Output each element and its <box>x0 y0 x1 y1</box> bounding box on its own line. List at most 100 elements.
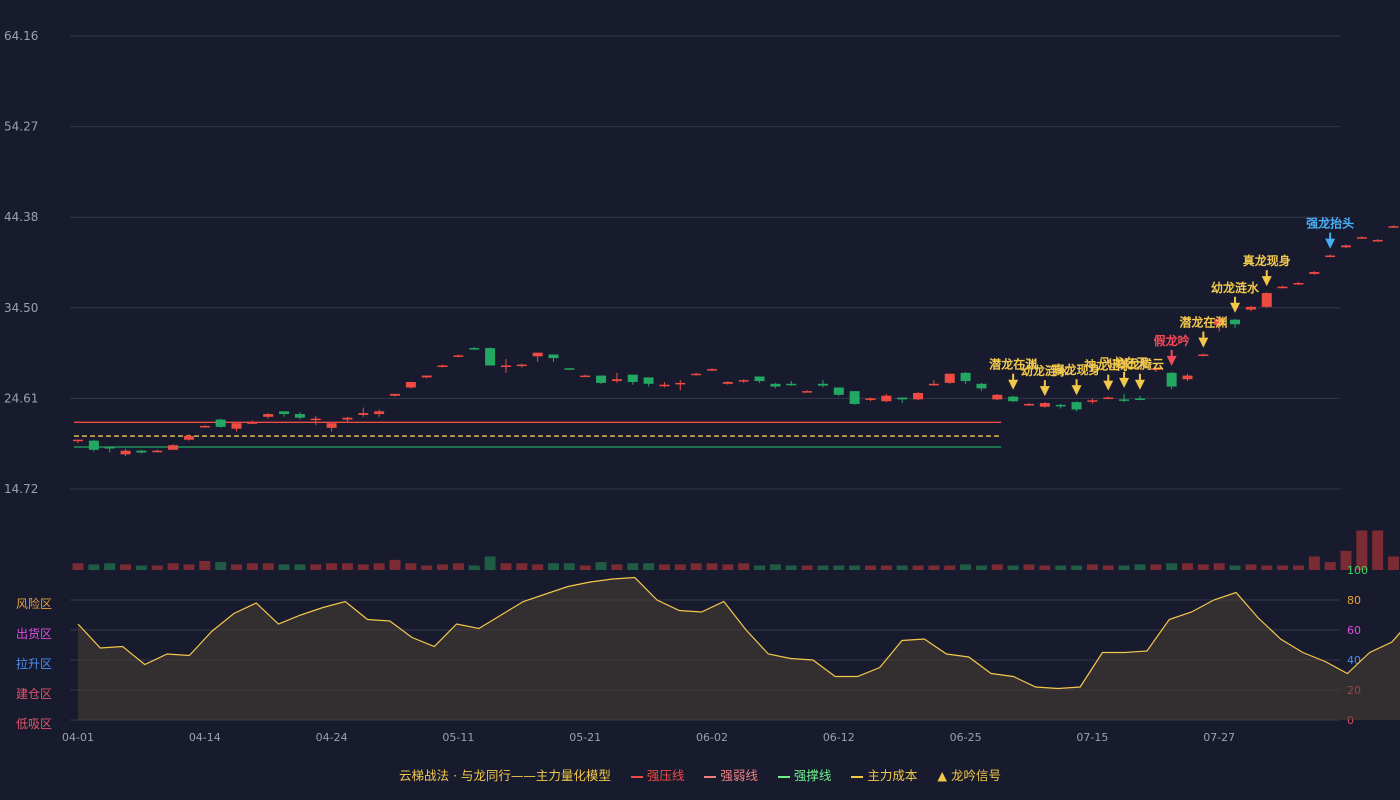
volume-bar <box>72 563 84 570</box>
volume-bar <box>1388 556 1400 570</box>
volume-bar <box>484 556 496 570</box>
volume-bar <box>865 565 876 570</box>
candle-body <box>722 381 733 384</box>
volume-bar <box>595 562 607 570</box>
volume-bar <box>357 564 369 570</box>
volume-bar <box>151 565 163 570</box>
volume-bar <box>1197 564 1209 570</box>
indicator-area <box>78 577 1400 720</box>
legend-item-main-cost[interactable]: 主力成本 <box>851 765 917 784</box>
legend-item-dragon-signal[interactable]: ▲ 龙吟信号 <box>937 765 1001 784</box>
signal-markers: 潜龙在渊幼龙涟水真龙现身神龙出水飞龙在天祥龙腾云假龙吟潜龙在渊幼龙涟水真龙现身强… <box>989 216 1354 397</box>
candle-body <box>1087 400 1098 402</box>
legend-item-strength-line[interactable]: 强弱线 <box>704 765 758 784</box>
candle-body <box>1325 255 1336 258</box>
legend-item-strong-support[interactable]: 强撑线 <box>777 765 832 784</box>
volume-bar <box>896 565 908 570</box>
candlesticks <box>73 225 1399 457</box>
indicator-zone-label: 出货区 <box>16 626 52 641</box>
candle-body <box>691 373 702 376</box>
candle-body <box>1293 283 1304 285</box>
signal-arrow <box>1134 379 1145 390</box>
candle-body <box>833 387 844 395</box>
volume-bar <box>1039 565 1051 570</box>
candle-body <box>754 376 765 382</box>
volume-bar <box>643 563 655 570</box>
volume-bar <box>135 565 147 570</box>
candle-body <box>1388 226 1399 228</box>
signal-label: 幼龙涟水 <box>1211 280 1260 295</box>
candle-body <box>944 373 955 383</box>
candle-body <box>294 414 305 418</box>
volume-bar <box>849 565 861 570</box>
legend-label: 强撑线 <box>793 768 832 783</box>
candle-body <box>770 383 781 387</box>
legend-label: 龙吟信号 <box>951 768 1002 783</box>
indicator-zone-label: 拉升区 <box>16 656 52 671</box>
indicator-tick-label: 60 <box>1347 624 1361 637</box>
candle-body <box>231 423 242 429</box>
candle-body <box>326 423 337 428</box>
candle-body <box>1356 237 1367 239</box>
volume-bar <box>1134 564 1146 570</box>
volume-bar <box>167 563 179 570</box>
candle-body <box>469 348 480 350</box>
indicator-panel: 100806040200风险区出货区拉升区建仓区低吸区 <box>16 564 1400 731</box>
volume-bar <box>231 564 242 570</box>
signal-label: 潜龙在渊 <box>1179 315 1227 330</box>
signal-label: 祥龙腾云 <box>1116 357 1164 372</box>
signal-arrow <box>1103 380 1114 391</box>
candle-body <box>802 391 813 393</box>
candle-body <box>120 450 131 455</box>
signal-arrow <box>1325 238 1336 249</box>
signal-label: 真龙现身 <box>1243 253 1291 268</box>
volume-bar <box>912 565 924 570</box>
volume-bar <box>1292 565 1304 570</box>
volume-bar <box>1150 564 1162 570</box>
candle-body <box>1309 272 1320 274</box>
candle-body <box>215 419 226 427</box>
candle-body <box>992 394 1003 400</box>
volume-bars <box>72 530 1400 570</box>
volume-bar <box>1055 565 1067 570</box>
indicator-zone-label: 低吸区 <box>16 717 52 731</box>
volume-bar <box>1213 563 1225 570</box>
candle-body <box>1055 404 1066 407</box>
candle-body <box>1008 396 1019 402</box>
date-tick-label: 07-27 <box>1203 731 1235 744</box>
candle-body <box>1166 372 1177 387</box>
volume-bar <box>421 565 433 570</box>
signal-arrow <box>1261 276 1272 287</box>
candle-body <box>247 422 258 424</box>
volume-bar <box>1277 565 1289 570</box>
volume-bar <box>769 564 781 570</box>
price-tick-label: 24.61 <box>4 391 38 405</box>
candle-body <box>1261 293 1272 307</box>
candle-body <box>849 391 860 404</box>
candle-body <box>1134 398 1145 400</box>
candle-body <box>1071 402 1082 410</box>
volume-bar <box>294 564 306 570</box>
volume-bar <box>437 564 449 570</box>
volume-bar <box>1182 563 1193 570</box>
volume-bar <box>754 565 766 570</box>
candle-body <box>1039 403 1050 407</box>
legend-label: 主力成本 <box>867 768 918 783</box>
legend-item-strong-pressure[interactable]: 强压线 <box>630 765 684 784</box>
candle-body <box>1245 306 1256 310</box>
volume-bar <box>1324 562 1336 570</box>
volume-bar <box>658 564 670 570</box>
price-axis-labels: 64.16 54.27 44.38 34.50 24.61 14.72 <box>4 29 38 496</box>
candle-body <box>960 372 971 382</box>
volume-bar <box>1229 565 1241 570</box>
signal-arrow <box>1119 377 1130 388</box>
volume-bar <box>833 565 845 570</box>
candle-body <box>516 364 527 367</box>
candle-body <box>913 392 924 400</box>
candle-body <box>485 348 496 366</box>
volume-bar <box>579 565 591 570</box>
candle-body <box>405 381 416 388</box>
price-tick-label: 14.72 <box>4 482 38 496</box>
dragon-quant-chart: 64.16 54.27 44.38 34.50 24.61 14.72 潜龙在渊 幼龙涟水 真… <box>4 29 1400 744</box>
volume-bar <box>468 565 480 570</box>
